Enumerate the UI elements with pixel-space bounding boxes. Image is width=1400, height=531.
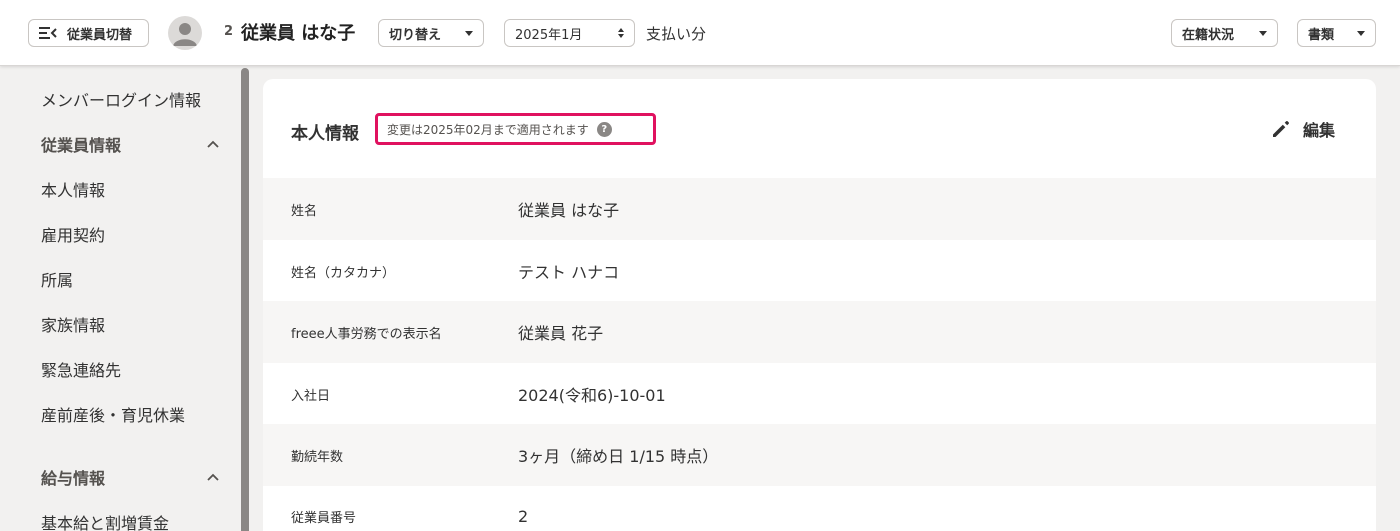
table-row: 従業員番号 2 — [263, 485, 1376, 531]
updown-arrows-icon — [618, 28, 624, 38]
documents-dropdown[interactable]: 書類 — [1297, 19, 1376, 47]
row-label: 姓名 — [291, 203, 318, 219]
chevron-up-icon — [207, 473, 219, 481]
month-select-value: 2025年1月 — [515, 27, 583, 43]
sidebar-group-label: 従業員情報 — [41, 136, 122, 155]
row-value: 2 — [518, 506, 529, 526]
sidebar-group-salary-info[interactable]: 給与情報 — [41, 465, 221, 489]
avatar-icon — [168, 16, 202, 50]
employee-name: 従業員 はな子 — [241, 23, 356, 44]
switch-dropdown-label: 切り替え — [389, 27, 442, 43]
caret-down-icon — [465, 30, 473, 36]
row-label: 勤続年数 — [291, 449, 344, 465]
sidebar-item-emergency-contact[interactable]: 緊急連絡先 — [41, 357, 121, 381]
employee-switch-button[interactable]: 従業員切替 — [28, 19, 149, 47]
sidebar-group-label: 給与情報 — [41, 469, 106, 488]
table-row: freee人事労務での表示名 従業員 花子 — [263, 301, 1376, 363]
employee-number: 2 — [224, 24, 234, 39]
sidebar-item-personal-info[interactable]: 本人情報 — [41, 177, 105, 201]
sidebar-item-family[interactable]: 家族情報 — [41, 312, 105, 336]
row-label: 入社日 — [291, 388, 331, 404]
employment-status-dropdown[interactable]: 在籍状況 — [1171, 19, 1278, 47]
table-row: 姓名 従業員 はな子 — [263, 178, 1376, 240]
table-row: 勤続年数 3ヶ月（締め日 1/15 時点） — [263, 424, 1376, 486]
help-icon[interactable]: ? — [596, 121, 612, 137]
apply-notice: 変更は2025年02月まで適用されます ? — [375, 113, 656, 145]
card-title: 本人情報 — [291, 124, 359, 144]
row-label: 従業員番号 — [291, 510, 357, 526]
chevron-up-icon — [207, 140, 219, 148]
pencil-icon — [1273, 121, 1289, 137]
sidebar-item-employment-contract[interactable]: 雇用契約 — [41, 222, 105, 246]
sidebar-item-base-salary[interactable]: 基本給と割増賃金 — [41, 510, 169, 531]
sidebar-item-leave[interactable]: 産前産後・育児休業 — [41, 402, 185, 426]
row-value: 2024(令和6)-10-01 — [518, 386, 666, 405]
row-value: 3ヶ月（締め日 1/15 時点） — [518, 447, 719, 466]
row-label: freee人事労務での表示名 — [291, 326, 442, 342]
edit-button[interactable]: 編集 — [1271, 117, 1335, 141]
caret-down-icon — [1357, 30, 1365, 36]
edit-label: 編集 — [1303, 121, 1336, 140]
documents-label: 書類 — [1308, 27, 1335, 43]
caret-down-icon — [1259, 30, 1267, 36]
sidebar-item-member-login[interactable]: メンバーログイン情報 — [41, 87, 201, 111]
personal-info-card: 本人情報 変更は2025年02月まで適用されます ? 編集 姓名 従業員 はな子… — [263, 79, 1376, 531]
top-header: 従業員切替 2 従業員 はな子 切り替え 2025年1月 支払い分 在籍状況 書… — [0, 0, 1400, 66]
table-row: 入社日 2024(令和6)-10-01 — [263, 363, 1376, 425]
switch-dropdown[interactable]: 切り替え — [378, 19, 484, 47]
row-value: 従業員 花子 — [518, 324, 604, 343]
sidebar-scrollbar[interactable] — [241, 68, 249, 531]
row-label: 姓名（カタカナ） — [291, 265, 396, 281]
row-value: 従業員 はな子 — [518, 201, 620, 220]
table-row: 姓名（カタカナ） テスト ハナコ — [263, 240, 1376, 302]
employment-status-label: 在籍状況 — [1182, 27, 1235, 43]
sidebar-item-affiliation[interactable]: 所属 — [41, 267, 73, 291]
sidebar-group-employee-info[interactable]: 従業員情報 — [41, 132, 221, 156]
month-select[interactable]: 2025年1月 — [504, 19, 635, 47]
row-value: テスト ハナコ — [518, 263, 620, 282]
pay-label: 支払い分 — [646, 25, 707, 43]
menu-collapse-icon — [39, 27, 57, 39]
employee-switch-label: 従業員切替 — [67, 27, 133, 43]
apply-notice-text: 変更は2025年02月まで適用されます — [387, 122, 589, 137]
